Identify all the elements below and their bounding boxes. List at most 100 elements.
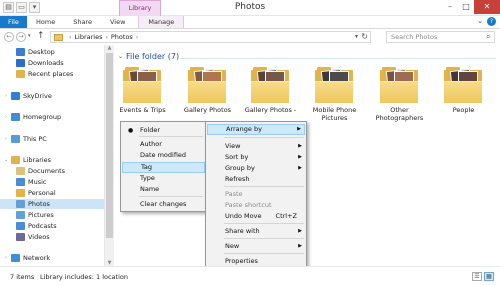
nav-item-label: Podcasts xyxy=(28,222,57,230)
tab-share[interactable]: Share xyxy=(64,16,101,28)
large-icons-view-button[interactable]: ▦ xyxy=(484,272,494,281)
folder-item[interactable]: Mobile Phone Pictures xyxy=(307,65,362,125)
expand-chevron-icon[interactable]: › xyxy=(3,134,9,144)
help-icon[interactable]: ? xyxy=(487,17,496,26)
tab-manage[interactable]: Manage xyxy=(138,16,185,28)
tab-home[interactable]: Home xyxy=(27,16,64,28)
menu-item-share-with[interactable]: Share with ▶ xyxy=(207,226,305,237)
arrange-by-clear-changes[interactable]: Clear changes xyxy=(122,199,205,210)
network-icon xyxy=(11,254,20,262)
properties-icon[interactable]: ▤ xyxy=(3,2,14,13)
group-collapse-icon[interactable]: ⌄ xyxy=(118,53,123,60)
folder-item[interactable]: Events & Trips xyxy=(115,65,170,125)
details-view-button[interactable]: ☰ xyxy=(472,272,482,281)
qat-dropdown-icon[interactable]: ▾ xyxy=(29,2,40,13)
menu-item-paste-shortcut: Paste shortcut xyxy=(207,200,305,211)
expand-ribbon-icon[interactable]: ⌄ xyxy=(477,17,483,26)
arrange-by-name[interactable]: Name xyxy=(122,184,205,195)
nav-item-this-pc[interactable]: › This PC xyxy=(0,134,104,144)
nav-item-label: Personal xyxy=(28,189,56,197)
tab-view[interactable]: View xyxy=(101,16,134,28)
folder-item[interactable]: People xyxy=(436,65,491,125)
nav-item-downloads[interactable]: Downloads xyxy=(0,58,104,68)
recent-locations-dropdown-icon[interactable]: ▾ xyxy=(28,33,31,39)
menu-item-undo-move[interactable]: Undo Move Ctrl+Z xyxy=(207,211,305,222)
address-bar[interactable]: › Libraries › Photos › ▾ ↻ xyxy=(50,31,371,43)
maximize-button[interactable]: □ xyxy=(458,0,474,14)
refresh-icon[interactable]: ↻ xyxy=(361,32,368,41)
nav-item-videos[interactable]: Videos xyxy=(0,232,104,242)
nav-item-label: Pictures xyxy=(28,211,54,219)
breadcrumb-libraries[interactable]: Libraries xyxy=(74,33,102,41)
this-pc-icon xyxy=(11,135,20,143)
nav-item-podcasts[interactable]: Podcasts xyxy=(0,221,104,231)
folder-icon xyxy=(188,67,226,103)
menu-item-new[interactable]: New ▶ xyxy=(207,241,305,252)
menu-item-sort-by[interactable]: Sort by ▶ xyxy=(207,152,305,163)
arrange-by-submenu: ● Folder Author Date modified Tag Type Name Cle… xyxy=(120,121,207,212)
expand-chevron-icon[interactable]: › xyxy=(3,91,9,101)
menu-item-group-by[interactable]: Group by ▶ xyxy=(207,163,305,174)
nav-item-desktop[interactable]: Desktop xyxy=(0,47,104,57)
arrange-by-folder[interactable]: ● Folder xyxy=(122,125,205,136)
arrange-by-date-modified[interactable]: Date modified xyxy=(122,150,205,161)
nav-item-label: Photos xyxy=(28,200,50,208)
close-button[interactable]: ✕ xyxy=(474,0,500,14)
folder-label: People xyxy=(452,106,475,114)
expand-chevron-icon[interactable]: › xyxy=(3,112,9,122)
nav-item-libraries[interactable]: ⌄ Libraries xyxy=(0,155,104,165)
forward-button[interactable]: → xyxy=(16,32,26,42)
title-bar: ▤▭▾ Library Tools Photos – □ ✕ xyxy=(0,0,500,26)
nav-item-photos[interactable]: Photos xyxy=(0,199,104,209)
menu-item-refresh[interactable]: Refresh xyxy=(207,174,305,185)
folder-item[interactable]: Gallery Photos xyxy=(180,65,235,125)
menu-item-label: Date modified xyxy=(140,151,187,159)
homegroup-icon xyxy=(11,113,20,121)
folder-item[interactable]: Gallery Photos - xyxy=(243,65,298,125)
tab-file[interactable]: File xyxy=(0,16,27,28)
nav-item-documents[interactable]: Documents xyxy=(0,166,104,176)
expand-chevron-icon[interactable]: › xyxy=(3,253,9,263)
up-button[interactable]: ↑ xyxy=(37,31,45,41)
menu-item-arrange-by[interactable]: Arrange by ▶ xyxy=(207,124,305,135)
pictures-icon xyxy=(16,211,25,219)
address-dropdown-icon[interactable]: ▾ xyxy=(355,33,358,40)
submenu-arrow-icon: ▶ xyxy=(298,243,302,249)
context-menu: Arrange by ▶ View ▶ Sort by ▶ Group by ▶ Refresh… xyxy=(205,121,307,267)
downloads-icon xyxy=(16,59,25,67)
search-icon[interactable]: ⌕ xyxy=(486,32,498,42)
arrange-by-author[interactable]: Author xyxy=(122,139,205,150)
nav-item-pictures[interactable]: Pictures xyxy=(0,210,104,220)
breadcrumb-photos[interactable]: Photos xyxy=(111,33,133,41)
nav-item-music[interactable]: Music xyxy=(0,177,104,187)
menu-separator xyxy=(224,253,304,254)
breadcrumb-separator[interactable]: › xyxy=(69,34,71,41)
submenu-arrow-icon: ▶ xyxy=(297,126,301,132)
menu-item-label: Type xyxy=(140,174,155,182)
search-input[interactable]: Search Photos xyxy=(386,31,495,43)
folder-icon xyxy=(380,67,418,103)
shortcut-label: Ctrl+Z xyxy=(275,212,297,220)
nav-item-personal[interactable]: Personal xyxy=(0,188,104,198)
arrange-by-type[interactable]: Type xyxy=(122,173,205,184)
new-folder-icon[interactable]: ▭ xyxy=(16,2,27,13)
navigation-pane-scrollbar[interactable]: ▲ ▼ xyxy=(104,45,114,266)
nav-item-recent-places[interactable]: Recent places xyxy=(0,69,104,79)
expand-chevron-icon[interactable]: ⌄ xyxy=(3,155,9,165)
back-button[interactable]: ← xyxy=(4,32,14,42)
folder-item[interactable]: Other Photographers xyxy=(372,65,427,125)
recent-places-icon xyxy=(16,70,25,78)
nav-item-network[interactable]: › Network xyxy=(0,253,104,263)
breadcrumb-separator[interactable]: › xyxy=(105,34,107,41)
menu-separator xyxy=(224,238,304,239)
menu-item-label: Clear changes xyxy=(140,200,187,208)
nav-item-skydrive[interactable]: › SkyDrive xyxy=(0,91,104,101)
minimize-button[interactable]: – xyxy=(442,0,458,14)
nav-item-homegroup[interactable]: › Homegroup xyxy=(0,112,104,122)
scroll-up-icon[interactable]: ▲ xyxy=(105,45,114,51)
breadcrumb-separator[interactable]: › xyxy=(136,34,138,41)
group-header[interactable]: ⌄ File folder (7) xyxy=(118,52,179,61)
scrollbar-thumb[interactable] xyxy=(106,53,113,238)
arrange-by-tag[interactable]: Tag xyxy=(122,162,205,173)
menu-item-view[interactable]: View ▶ xyxy=(207,141,305,152)
